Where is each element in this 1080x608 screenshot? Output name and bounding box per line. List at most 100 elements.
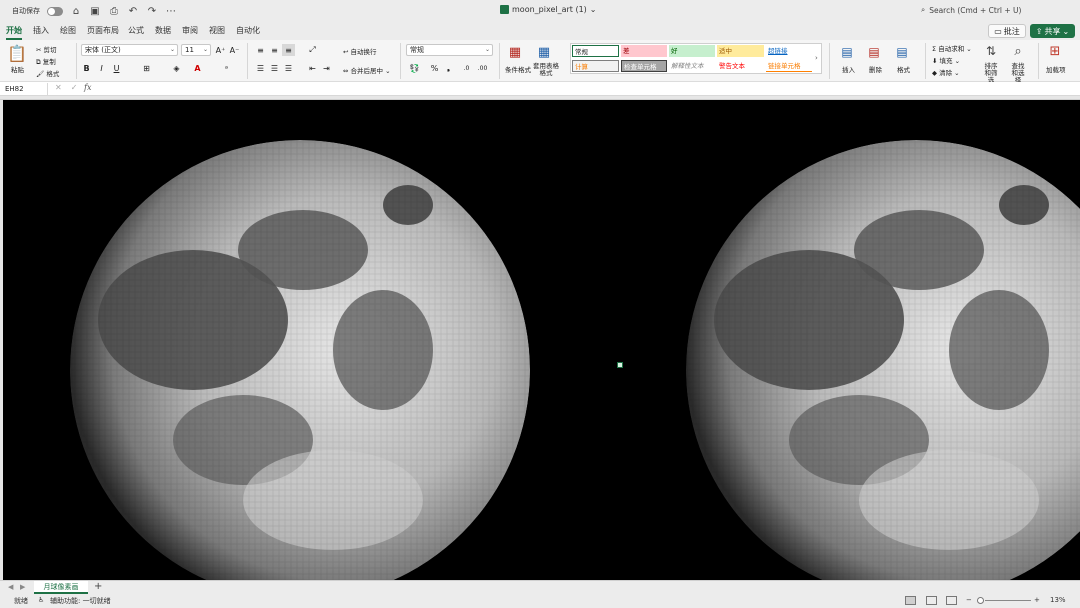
align-bottom-icon[interactable]: ≡ — [282, 44, 295, 56]
conditional-format-icon[interactable]: ▦ — [506, 44, 524, 60]
align-left-icon[interactable]: ☰ — [254, 62, 267, 74]
next-sheet-icon[interactable]: ▶ — [20, 583, 25, 591]
file-title[interactable]: moon_pixel_art (1) ⌄ — [500, 5, 597, 14]
style-normal[interactable]: 常规 — [572, 45, 619, 57]
cut-button[interactable]: ✂ 剪切 — [36, 44, 57, 54]
zoom-out-icon[interactable]: − — [966, 596, 972, 604]
autosave-toggle[interactable] — [47, 6, 63, 16]
zoom-slider-thumb[interactable] — [977, 597, 984, 604]
paste-label[interactable]: 粘贴 — [11, 64, 24, 74]
home-icon[interactable]: ⌂ — [70, 5, 82, 17]
zoom-slider[interactable] — [985, 600, 1031, 601]
selection-handle[interactable] — [617, 362, 623, 368]
comment-button[interactable]: ▭ 批注 — [988, 24, 1026, 38]
merge-center-button[interactable]: ⇔ 合并后居中 ⌄ — [343, 65, 391, 75]
align-right-icon[interactable]: ☰ — [282, 62, 295, 74]
grow-font-icon[interactable]: A⁺ — [214, 44, 227, 56]
tab-review[interactable]: 审阅 — [182, 25, 198, 36]
align-center-icon[interactable]: ☰ — [268, 62, 281, 74]
formula-input[interactable] — [100, 83, 1070, 95]
format-cells-icon[interactable]: ▤ — [893, 44, 911, 60]
decrease-decimal-icon[interactable]: .00 — [476, 62, 489, 74]
worksheet-grid[interactable] — [3, 100, 1080, 580]
style-explanatory[interactable]: 解释性文本 — [669, 60, 715, 72]
currency-icon[interactable]: 💱 — [408, 62, 421, 74]
tab-home[interactable]: 开始 — [6, 25, 22, 40]
insert-label[interactable]: 插入 — [842, 64, 855, 74]
normal-view-icon[interactable] — [905, 596, 916, 605]
find-select-label[interactable]: 查找和选择 — [1009, 63, 1027, 84]
chevron-right-icon[interactable]: › — [815, 54, 818, 62]
percent-icon[interactable]: % — [428, 62, 441, 74]
addins-label[interactable]: 加载项 — [1046, 64, 1066, 74]
tab-insert[interactable]: 插入 — [33, 25, 49, 36]
paste-icon[interactable]: 📋 — [7, 44, 27, 63]
share-button[interactable]: ⇪ 共享 ⌄ — [1030, 24, 1075, 38]
check-icon[interactable]: ✓ — [71, 83, 78, 92]
align-middle-icon[interactable]: ≡ — [268, 44, 281, 56]
accessibility-icon[interactable]: ♿ — [38, 596, 44, 604]
increase-decimal-icon[interactable]: .0 — [460, 62, 473, 74]
bold-button[interactable]: B — [80, 62, 93, 74]
addins-icon[interactable]: ⊞ — [1046, 43, 1064, 59]
shrink-font-icon[interactable]: A⁻ — [228, 44, 241, 56]
delete-label[interactable]: 删除 — [869, 64, 882, 74]
phonetic-icon[interactable]: ᵃ — [220, 62, 233, 74]
add-sheet-icon[interactable]: + — [94, 581, 102, 592]
sheet-tab-moon[interactable]: 月球像素画 — [34, 581, 88, 594]
conditional-format-label[interactable]: 条件格式 — [505, 64, 531, 74]
fill-button[interactable]: ⬇ 填充 ⌄ — [932, 55, 960, 65]
redo-icon[interactable]: ↷ — [146, 5, 158, 17]
tab-formulas[interactable]: 公式 — [128, 25, 144, 36]
tab-page-layout[interactable]: 页面布局 — [87, 25, 119, 36]
format-label[interactable]: 格式 — [897, 64, 910, 74]
font-color-icon[interactable]: A — [191, 62, 204, 74]
style-linked-cell[interactable]: 链接单元格 — [766, 60, 812, 72]
find-icon[interactable]: ⌕ — [1009, 43, 1027, 59]
cancel-icon[interactable]: ✕ — [55, 83, 62, 92]
sort-filter-icon[interactable]: ⇅ — [982, 43, 1000, 59]
prev-sheet-icon[interactable]: ◀ — [8, 583, 13, 591]
more-icon[interactable]: ⋯ — [165, 5, 177, 17]
save-icon[interactable]: ▣ — [89, 5, 101, 17]
style-calculation[interactable]: 计算 — [572, 60, 619, 72]
accessibility-status[interactable]: 辅助功能: 一切就绪 — [50, 596, 111, 606]
tab-view[interactable]: 视图 — [209, 25, 225, 36]
font-size-select[interactable]: 11 ⌄ — [181, 44, 211, 56]
align-top-icon[interactable]: ≡ — [254, 44, 267, 56]
function-icon[interactable]: fx — [84, 83, 91, 92]
delete-cells-icon[interactable]: ▤ — [865, 44, 883, 60]
print-icon[interactable]: ⎙ — [108, 5, 120, 17]
sort-filter-label[interactable]: 排序和筛选 — [982, 63, 1000, 84]
decrease-indent-icon[interactable]: ⇤ — [306, 62, 319, 74]
tab-automate[interactable]: 自动化 — [236, 25, 260, 36]
fill-color-icon[interactable]: ◈ — [170, 62, 183, 74]
number-format-select[interactable]: 常规 ⌄ — [406, 44, 493, 56]
style-good[interactable]: 好 — [669, 45, 715, 57]
orientation-icon[interactable]: ⤢ — [306, 44, 319, 56]
font-name-select[interactable]: 宋体 (正文) ⌄ — [81, 44, 178, 56]
style-bad[interactable]: 差 — [621, 45, 667, 57]
style-neutral[interactable]: 适中 — [717, 45, 764, 57]
name-box[interactable]: EH82 — [2, 83, 48, 95]
clear-button[interactable]: ◆ 清除 ⌄ — [932, 67, 960, 77]
tab-data[interactable]: 数据 — [155, 25, 171, 36]
italic-button[interactable]: I — [95, 62, 108, 74]
style-hyperlink[interactable]: 超链接 — [766, 45, 812, 57]
page-break-view-icon[interactable] — [946, 596, 957, 605]
style-warning[interactable]: 警告文本 — [717, 60, 764, 72]
page-layout-view-icon[interactable] — [926, 596, 937, 605]
table-format-icon[interactable]: ▦ — [535, 44, 553, 60]
style-check-cell[interactable]: 检查单元格 — [621, 60, 667, 72]
search-box[interactable]: ⌕ Search (Cmd + Ctrl + U) — [921, 5, 1021, 15]
zoom-in-icon[interactable]: + — [1034, 596, 1040, 604]
comma-icon[interactable]: ❟ — [442, 62, 455, 74]
copy-button[interactable]: ⧉ 复制 — [36, 56, 56, 67]
insert-cells-icon[interactable]: ▤ — [838, 44, 856, 60]
zoom-level[interactable]: 13% — [1050, 596, 1066, 604]
table-format-label[interactable]: 套用表格格式 — [531, 63, 561, 77]
border-icon[interactable]: ⊞ — [140, 62, 153, 74]
increase-indent-icon[interactable]: ⇥ — [320, 62, 333, 74]
wrap-text-button[interactable]: ↩ 自动换行 — [343, 46, 377, 56]
autosum-button[interactable]: Σ 自动求和 ⌄ — [932, 43, 972, 53]
